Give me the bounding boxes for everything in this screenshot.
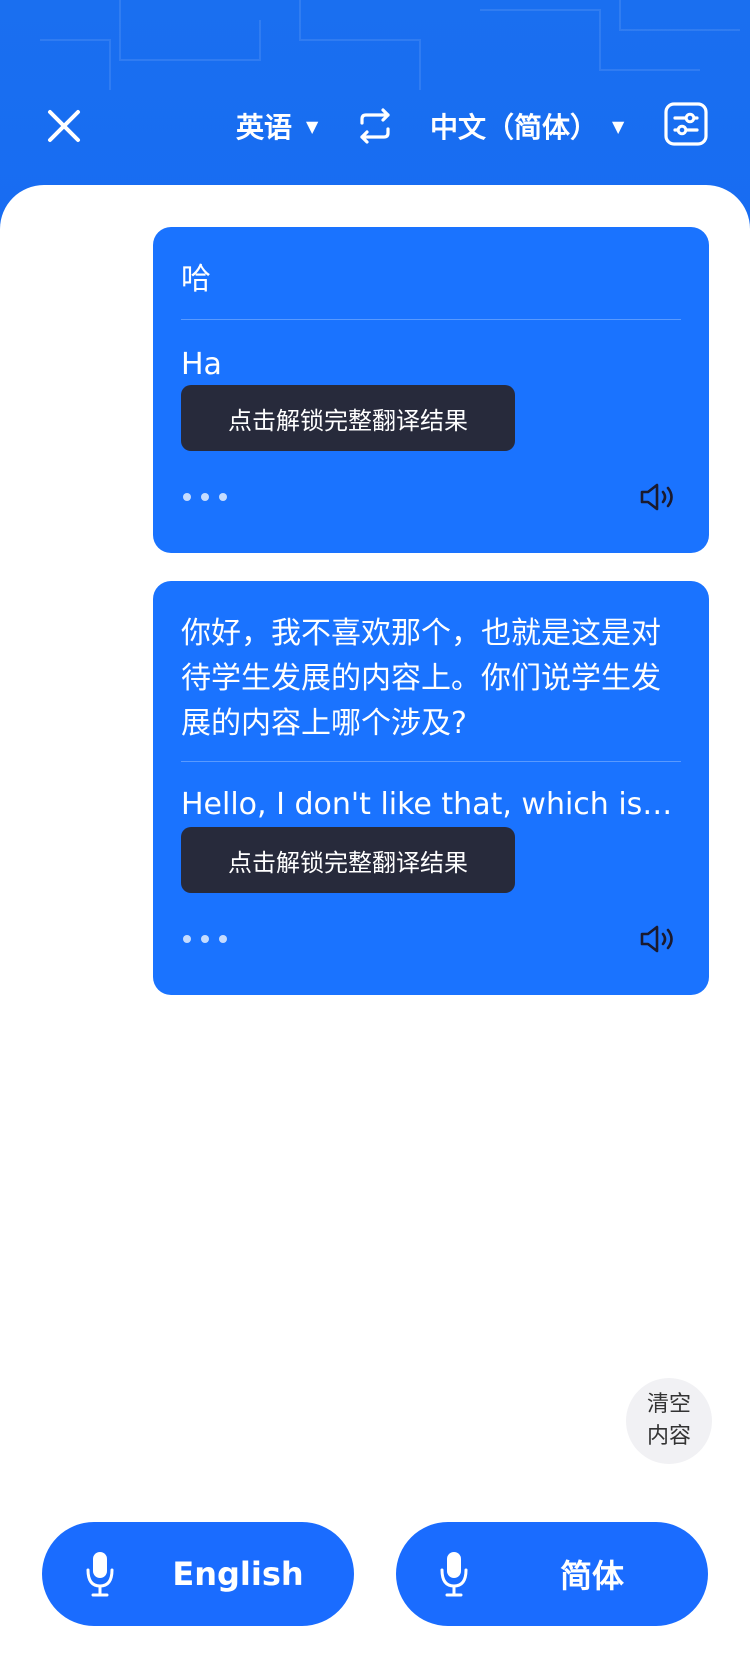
message-bubble: 你好，我不喜欢那个，也就是这是对待学生发展的内容上。你们说学生发展的内容上哪个涉… xyxy=(153,581,709,995)
swap-languages-icon[interactable] xyxy=(354,106,396,146)
clear-content-button[interactable]: 清空 内容 xyxy=(626,1378,712,1464)
clear-content-label-line2: 内容 xyxy=(646,1424,691,1449)
english-voice-button[interactable]: English xyxy=(42,1522,354,1626)
microphone-icon xyxy=(86,1552,114,1597)
more-options-icon[interactable] xyxy=(183,491,227,503)
message-source-text: 你好，我不喜欢那个，也就是这是对待学生发展的内容上。你们说学生发展的内容上哪个涉… xyxy=(181,616,661,741)
chinese-voice-label: 简体 xyxy=(559,1557,624,1595)
more-options-icon[interactable] xyxy=(183,933,227,945)
target-language-label: 中文（简体） xyxy=(430,111,599,144)
english-voice-label: English xyxy=(172,1555,304,1593)
target-language-selector[interactable]: 中文（简体） ▼ xyxy=(430,104,624,148)
caret-down-icon: ▼ xyxy=(612,116,625,136)
close-icon[interactable] xyxy=(44,106,84,146)
message-translation: Hello, I don't like that, which is… xyxy=(181,787,673,822)
microphone-icon xyxy=(440,1552,468,1597)
source-language-label: 英语 xyxy=(236,111,293,144)
settings-sliders-icon[interactable] xyxy=(664,102,708,146)
unlock-translation-button[interactable]: 点击解锁完整翻译结果 xyxy=(181,385,515,451)
unlock-translation-button[interactable]: 点击解锁完整翻译结果 xyxy=(181,827,515,893)
message-divider xyxy=(181,761,681,762)
speaker-icon[interactable] xyxy=(639,923,679,955)
message-translation: Ha xyxy=(181,347,222,382)
caret-down-icon: ▼ xyxy=(306,116,319,136)
message-source-text: 哈 xyxy=(181,262,211,297)
clear-content-label-line1: 清空 xyxy=(646,1392,691,1417)
message-divider xyxy=(181,319,681,320)
chinese-voice-button[interactable]: 简体 xyxy=(396,1522,708,1626)
speaker-icon[interactable] xyxy=(639,481,679,513)
source-language-selector[interactable]: 英语 ▼ xyxy=(236,104,318,148)
message-bubble: 哈 Ha 点击解锁完整翻译结果 xyxy=(153,227,709,553)
